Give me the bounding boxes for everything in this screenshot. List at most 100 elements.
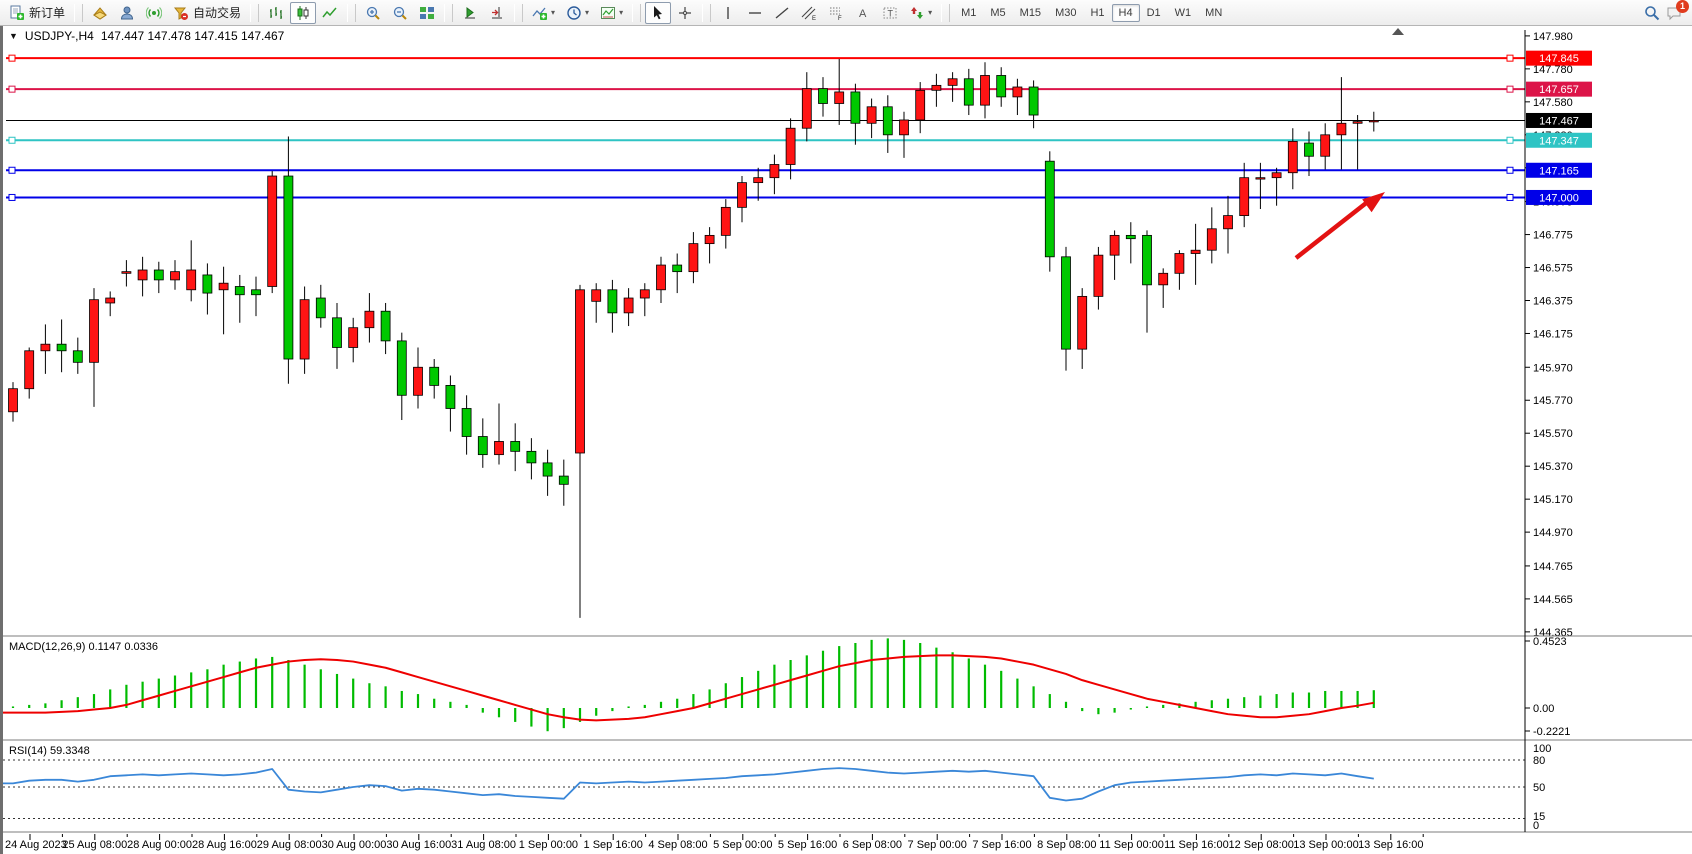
macd-pane[interactable]: MACD(12,26,9) 0.1147 0.03360.45230.00-0.…	[3, 636, 1570, 738]
time-axis[interactable]: 24 Aug 202325 Aug 08:0028 Aug 00:0028 Au…	[5, 834, 1424, 851]
new-order-icon	[9, 5, 25, 21]
svg-text:0.4523: 0.4523	[1533, 636, 1567, 648]
candlestick-chart-button[interactable]	[290, 2, 316, 24]
svg-text:80: 80	[1533, 755, 1545, 767]
line-chart-icon	[322, 5, 338, 21]
svg-text:145.770: 145.770	[1533, 395, 1573, 407]
svg-text:145.370: 145.370	[1533, 461, 1573, 473]
svg-text:144.765: 144.765	[1533, 561, 1573, 573]
tile-windows-icon	[419, 5, 435, 21]
navigator-button[interactable]	[114, 2, 140, 24]
svg-text:145.570: 145.570	[1533, 428, 1573, 440]
fibonacci-button[interactable]: F	[823, 2, 849, 24]
templates-button[interactable]: ▾	[595, 2, 628, 24]
svg-text:E: E	[812, 16, 816, 21]
svg-text:30 Aug 16:00: 30 Aug 16:00	[386, 839, 451, 851]
chart-ohlc-values: 147.447 147.478 147.415 147.467	[101, 29, 285, 43]
timeframe-button-w1[interactable]: W1	[1168, 4, 1199, 22]
auto-scroll-icon	[462, 5, 478, 21]
timeframe-button-m15[interactable]: M15	[1013, 4, 1048, 22]
horizontal-level-lines[interactable]	[6, 55, 1525, 200]
svg-text:F: F	[838, 16, 842, 21]
periods-icon	[566, 5, 582, 21]
svg-text:146.575: 146.575	[1533, 263, 1573, 275]
search-icon[interactable]	[1644, 5, 1660, 21]
candles-layer	[9, 59, 1379, 618]
arrows-tool-button[interactable]: ▾	[904, 2, 937, 24]
svg-text:1 Sep 16:00: 1 Sep 16:00	[584, 839, 643, 851]
timeframe-button-h4[interactable]: H4	[1112, 4, 1140, 22]
zoom-in-icon	[365, 5, 381, 21]
cursor-button[interactable]	[645, 2, 671, 24]
svg-text:147.657: 147.657	[1539, 84, 1579, 96]
periods-button[interactable]: ▾	[561, 2, 594, 24]
zoom-in-button[interactable]	[360, 2, 386, 24]
chart-canvas[interactable]: 147.980147.780147.580147.380147.180146.9…	[3, 26, 1692, 854]
autotrading-icon	[173, 5, 189, 21]
svg-text:11 Sep 00:00: 11 Sep 00:00	[1099, 839, 1164, 851]
bar-chart-button[interactable]	[263, 2, 289, 24]
svg-text:100: 100	[1533, 743, 1551, 755]
timeframe-button-d1[interactable]: D1	[1140, 4, 1168, 22]
svg-text:11 Sep 16:00: 11 Sep 16:00	[1164, 839, 1229, 851]
templates-icon	[600, 5, 616, 21]
horizontal-line-button[interactable]	[742, 2, 768, 24]
dropdown-caret-icon: ▾	[619, 8, 623, 17]
svg-text:0: 0	[1533, 820, 1539, 832]
svg-text:8 Sep 08:00: 8 Sep 08:00	[1037, 839, 1096, 851]
vertical-line-button[interactable]	[715, 2, 741, 24]
notifications-button[interactable]: 1	[1666, 5, 1682, 21]
new-order-button[interactable]: 新订单	[4, 1, 70, 24]
chart-shift-button[interactable]	[484, 2, 510, 24]
chart-symbol-period: USDJPY-,H4	[25, 29, 94, 43]
svg-text:31 Aug 08:00: 31 Aug 08:00	[451, 839, 516, 851]
arrows-tool-icon	[909, 5, 925, 21]
bar-chart-icon	[268, 5, 284, 21]
svg-text:146.375: 146.375	[1533, 296, 1573, 308]
svg-text:28 Aug 00:00: 28 Aug 00:00	[127, 839, 192, 851]
svg-text:7 Sep 00:00: 7 Sep 00:00	[908, 839, 967, 851]
svg-text:1 Sep 00:00: 1 Sep 00:00	[519, 839, 578, 851]
trendline-button[interactable]	[769, 2, 795, 24]
indicators-icon	[532, 5, 548, 21]
zoom-out-button[interactable]	[387, 2, 413, 24]
tile-windows-button[interactable]	[414, 2, 440, 24]
chart-menu-icon[interactable]: ▼	[9, 31, 18, 41]
chart-window: ▼ USDJPY-,H4 147.447 147.478 147.415 147…	[0, 26, 1692, 854]
svg-text:7 Sep 16:00: 7 Sep 16:00	[972, 839, 1031, 851]
dropdown-caret-icon: ▾	[551, 8, 555, 17]
toolbar-grip	[514, 4, 523, 22]
chart-shift-marker-icon[interactable]	[1392, 28, 1404, 35]
line-chart-button[interactable]	[317, 2, 343, 24]
timeframe-group: M1M5M15M30H1H4D1W1MN	[954, 4, 1229, 22]
svg-text:12 Sep 08:00: 12 Sep 08:00	[1228, 839, 1293, 851]
svg-text:T: T	[888, 8, 894, 18]
cursor-icon	[650, 5, 666, 21]
indicators-button[interactable]: ▾	[527, 2, 560, 24]
text-label-button[interactable]: T	[877, 2, 903, 24]
main-toolbar: 新订单 自动交易	[0, 0, 1692, 26]
timeframe-button-m5[interactable]: M5	[983, 4, 1012, 22]
new-order-label: 新订单	[29, 4, 65, 21]
timeframe-button-mn[interactable]: MN	[1198, 4, 1229, 22]
svg-text:30 Aug 00:00: 30 Aug 00:00	[322, 839, 387, 851]
svg-text:28 Aug 16:00: 28 Aug 16:00	[192, 839, 257, 851]
timeframe-button-m1[interactable]: M1	[954, 4, 983, 22]
signals-button[interactable]	[141, 2, 167, 24]
rsi-pane[interactable]: RSI(14) 59.33481008050150	[3, 743, 1551, 832]
autotrading-button[interactable]: 自动交易	[168, 1, 246, 24]
text-button[interactable]: A	[850, 2, 876, 24]
rsi-label: RSI(14) 59.3348	[9, 745, 90, 757]
auto-scroll-button[interactable]	[457, 2, 483, 24]
crosshair-button[interactable]	[672, 2, 698, 24]
vertical-line-icon	[720, 5, 736, 21]
chart-title-bar: ▼ USDJPY-,H4 147.447 147.478 147.415 147…	[9, 29, 284, 43]
timeframe-button-h1[interactable]: H1	[1083, 4, 1111, 22]
annotation-arrow[interactable]	[1296, 192, 1385, 258]
timeframe-button-m30[interactable]: M30	[1048, 4, 1083, 22]
svg-text:145.970: 145.970	[1533, 362, 1573, 374]
autotrading-label: 自动交易	[193, 4, 241, 21]
svg-text:147.347: 147.347	[1539, 135, 1579, 147]
equidistant-channel-button[interactable]: E	[796, 2, 822, 24]
market-watch-button[interactable]	[87, 2, 113, 24]
